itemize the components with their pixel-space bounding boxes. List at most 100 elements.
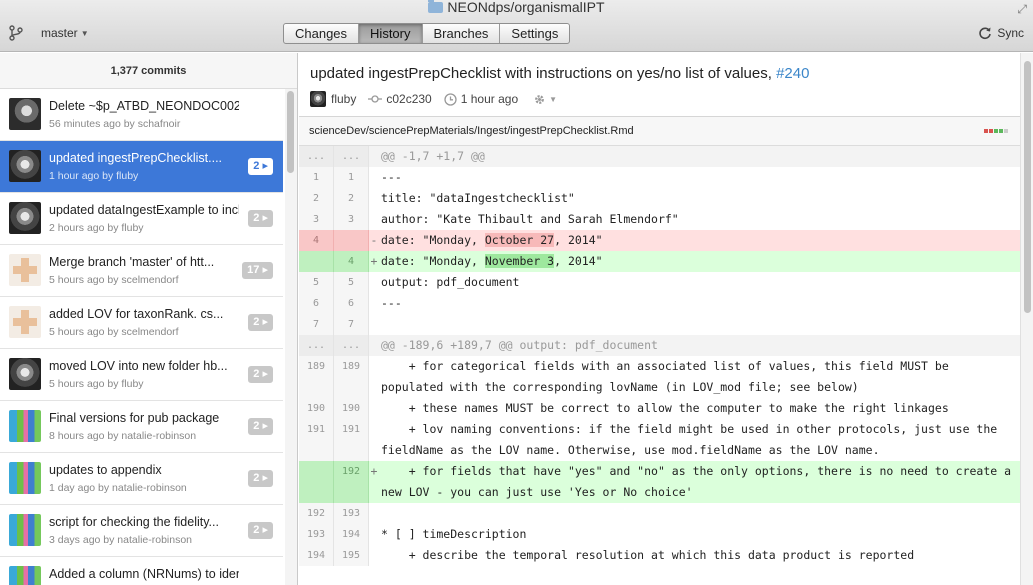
diff-line[interactable]: 2 2 title: "dataIngestchecklist" bbox=[299, 188, 1020, 209]
old-line-number: 3 bbox=[299, 209, 334, 230]
sync-button[interactable]: Sync bbox=[978, 26, 1024, 40]
changed-files-badge[interactable]: 2 ▸ bbox=[248, 366, 273, 383]
old-line-number: 192 bbox=[299, 503, 334, 524]
commit-list-item[interactable]: updated dataIngestExample to inclu... 2 h… bbox=[0, 193, 283, 245]
new-line-number: 3 bbox=[334, 209, 369, 230]
changed-files-badge[interactable]: 17 ▸ bbox=[242, 262, 273, 279]
commit-options-button[interactable]: ▼ bbox=[533, 93, 557, 106]
sidebar-scrollbar[interactable] bbox=[285, 89, 297, 585]
commit-history-sidebar: 1,377 commits Delete ~$p_ATBD_NEONDOC002… bbox=[0, 53, 298, 585]
diff-code: * [ ] timeDescription bbox=[381, 527, 527, 541]
diff-line[interactable]: 194 195 + describe the temporal resolutio… bbox=[299, 545, 1020, 566]
view-tabs: Changes History Branches Settings bbox=[283, 23, 571, 44]
commit-author: fluby bbox=[331, 92, 357, 106]
pull-request-link[interactable]: #240 bbox=[776, 65, 809, 82]
changed-files-badge[interactable]: 2 ▸ bbox=[248, 314, 273, 331]
commit-list-item[interactable]: added LOV for taxonRank. cs... 5 hours ag… bbox=[0, 297, 283, 349]
diff-marker: - bbox=[370, 233, 378, 247]
commit-meta: 8 hours ago by natalie-robinson bbox=[49, 430, 197, 442]
old-line-number: 4 bbox=[299, 230, 334, 251]
diff-line-deleted[interactable]: 4 - date: "Monday, October 27, 2014" bbox=[299, 230, 1020, 251]
new-line-number: 4 bbox=[334, 251, 369, 272]
diff-line[interactable]: 193 194 * [ ] timeDescription bbox=[299, 524, 1020, 545]
old-line-number: 6 bbox=[299, 293, 334, 314]
gear-icon bbox=[535, 94, 545, 104]
diff-hunk-header[interactable]: ...... @@ -189,6 +189,7 @@ output: pdf_do… bbox=[299, 335, 1020, 356]
avatar bbox=[9, 462, 41, 494]
main-scrollbar[interactable] bbox=[1020, 53, 1033, 585]
avatar bbox=[9, 358, 41, 390]
commit-meta: 3 days ago by natalie-robinson bbox=[49, 534, 193, 546]
commit-sha[interactable]: c02c230 bbox=[386, 92, 431, 106]
tab-settings[interactable]: Settings bbox=[500, 24, 569, 43]
commit-list-item[interactable]: Added a column (NRNums) to identi... bbox=[0, 557, 283, 585]
old-line-number: 194 bbox=[299, 545, 334, 566]
avatar bbox=[9, 98, 41, 130]
diff-marker: + bbox=[370, 254, 378, 268]
commit-sha-icon bbox=[368, 94, 383, 104]
new-line-number: 194 bbox=[334, 524, 369, 545]
new-line-number: 1 bbox=[334, 167, 369, 188]
file-header[interactable]: scienceDev/sciencePrepMaterials/Ingest/i… bbox=[299, 117, 1020, 146]
new-line-number: 6 bbox=[334, 293, 369, 314]
commit-list-item[interactable]: updated ingestPrepChecklist.... 1 hour ag… bbox=[0, 141, 283, 193]
commit-detail: updated ingestPrepChecklist with instruc… bbox=[299, 53, 1020, 585]
diff-code: date: "Monday, November 3, 2014" bbox=[381, 254, 603, 268]
old-line-number: 1 bbox=[299, 167, 334, 188]
diff-code: output: pdf_document bbox=[381, 275, 520, 289]
diff-line[interactable]: 5 5 output: pdf_document bbox=[299, 272, 1020, 293]
diffstat bbox=[984, 129, 1008, 133]
new-line-number: 7 bbox=[334, 314, 369, 335]
tab-changes[interactable]: Changes bbox=[284, 24, 360, 43]
main-scroll-thumb[interactable] bbox=[1024, 61, 1031, 313]
changed-files-badge[interactable]: 2 ▸ bbox=[248, 158, 273, 175]
commit-time: 1 hour ago bbox=[460, 92, 519, 106]
diff-line[interactable]: 190 190 + these names MUST be correct to … bbox=[299, 398, 1020, 419]
branch-icon[interactable] bbox=[7, 24, 25, 42]
old-line-number: 189 bbox=[299, 356, 334, 398]
commit-list-item[interactable]: script for checking the fidelity... 3 day… bbox=[0, 505, 283, 557]
diff-line[interactable]: 3 3 author: "Kate Thibault and Sarah Elmen… bbox=[299, 209, 1020, 230]
diff-line[interactable]: 6 6 --- bbox=[299, 293, 1020, 314]
diff-marker: + bbox=[370, 464, 378, 478]
diff-code: + for fields that have "yes" and "no" as… bbox=[381, 464, 1018, 499]
changed-files-badge[interactable]: 2 ▸ bbox=[248, 210, 273, 227]
fullscreen-icon[interactable]: ⤢ bbox=[1017, 2, 1027, 17]
diff-line[interactable]: 77 bbox=[299, 314, 1020, 335]
avatar bbox=[310, 91, 326, 107]
diff-line[interactable]: 189 189 + for categorical fields with an … bbox=[299, 356, 1020, 398]
new-line-number: 192 bbox=[334, 461, 369, 503]
changed-word: October 27 bbox=[484, 233, 555, 247]
commit-list-item[interactable]: Merge branch 'master' of htt... 5 hours a… bbox=[0, 245, 283, 297]
new-line-number: 190 bbox=[334, 398, 369, 419]
diff-code: title: "dataIngestchecklist" bbox=[381, 191, 575, 205]
diff-hunk-header[interactable]: ...... @@ -1,7 +1,7 @@ bbox=[299, 146, 1020, 167]
file-path: scienceDev/sciencePrepMaterials/Ingest/i… bbox=[309, 125, 634, 137]
sidebar-scroll-thumb[interactable] bbox=[287, 91, 294, 173]
old-line-number: 193 bbox=[299, 524, 334, 545]
diff-line[interactable]: 192 193 bbox=[299, 503, 1020, 524]
changed-files-badge[interactable]: 2 ▸ bbox=[248, 470, 273, 487]
new-line-number bbox=[334, 230, 369, 251]
sync-icon bbox=[979, 27, 992, 40]
old-line-number: 191 bbox=[299, 419, 334, 461]
commit-list-item[interactable]: moved LOV into new folder hb... 5 hours a… bbox=[0, 349, 283, 401]
avatar bbox=[9, 514, 41, 546]
diff-line-added[interactable]: 192 + + for fields that have "yes" and "n… bbox=[299, 461, 1020, 503]
changed-files-badge[interactable]: 2 ▸ bbox=[248, 522, 273, 539]
commit-list-item[interactable]: Delete ~$p_ATBD_NEONDOC00214... 56 minute… bbox=[0, 89, 283, 141]
commit-message: script for checking the fidelity... bbox=[49, 515, 219, 529]
commit-message: Added a column (NRNums) to identi... bbox=[49, 567, 239, 581]
diff-line-added[interactable]: 4 + date: "Monday, November 3, 2014" bbox=[299, 251, 1020, 272]
commit-list-item[interactable]: Final versions for pub package 8 hours ag… bbox=[0, 401, 283, 453]
commit-list-item[interactable]: updates to appendix 1 day ago by natalie-… bbox=[0, 453, 283, 505]
commit-header: updated ingestPrepChecklist with instruc… bbox=[299, 53, 1020, 117]
commit-message: Delete ~$p_ATBD_NEONDOC00214... bbox=[49, 99, 239, 113]
diff-line[interactable]: 1 1 --- bbox=[299, 167, 1020, 188]
diff-line[interactable]: 191 191 + lov naming conventions: if the … bbox=[299, 419, 1020, 461]
tab-branches[interactable]: Branches bbox=[423, 24, 501, 43]
tab-history[interactable]: History bbox=[359, 24, 423, 43]
branch-selector[interactable]: master ▼ bbox=[41, 26, 89, 40]
changed-files-badge[interactable]: 2 ▸ bbox=[248, 418, 273, 435]
chevron-down-icon: ▼ bbox=[80, 29, 89, 38]
